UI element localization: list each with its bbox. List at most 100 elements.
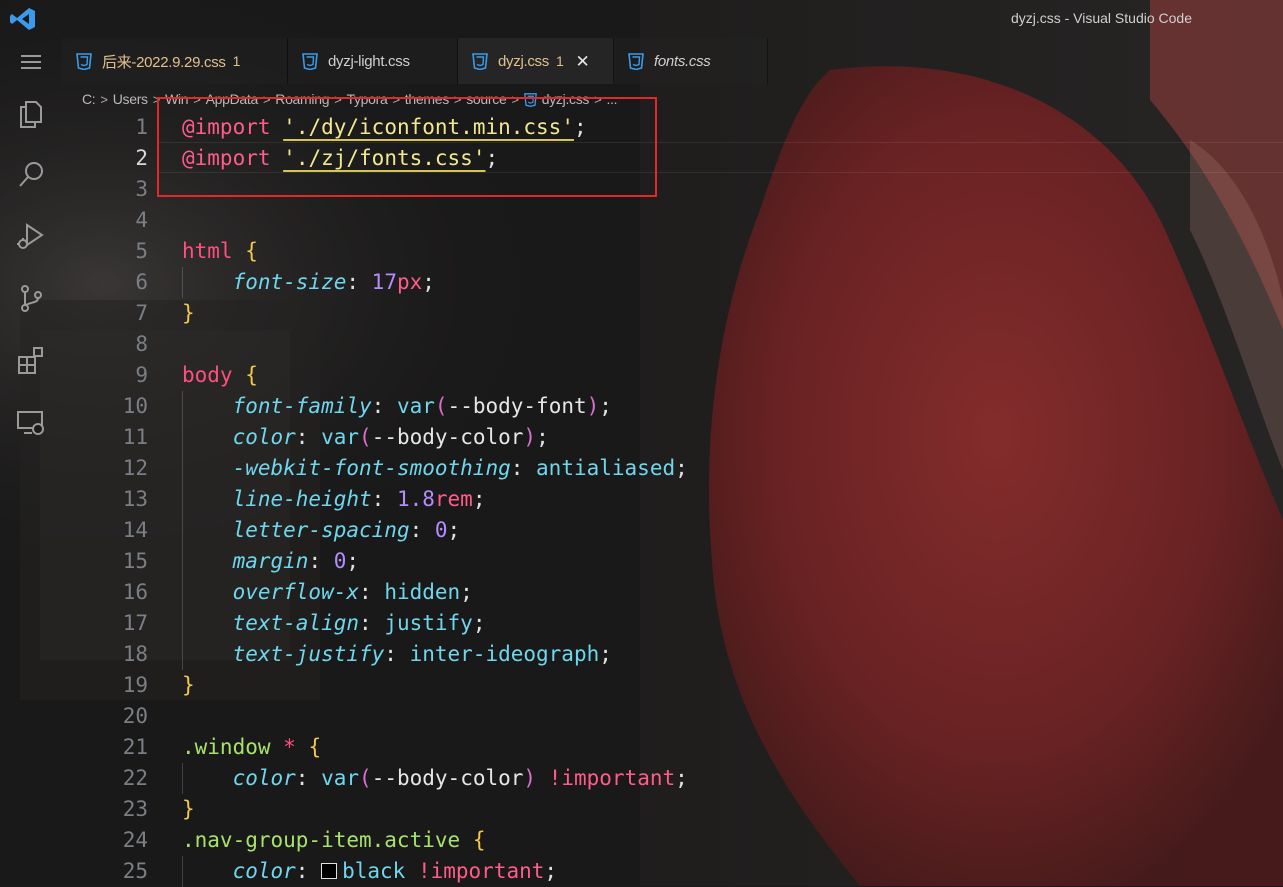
code-line[interactable]: 9 body { bbox=[62, 360, 1283, 391]
code-line[interactable]: 23} bbox=[62, 794, 1283, 825]
code-line[interactable]: 21 .window * { bbox=[62, 732, 1283, 763]
line-number: 11 bbox=[122, 425, 148, 449]
code-line[interactable]: 18 text-justify: inter-ideograph; bbox=[62, 639, 1283, 670]
tab-3[interactable]: dyzj.css 1 ✕ bbox=[458, 38, 614, 84]
tab-2[interactable]: dyzj-light.css bbox=[288, 38, 458, 84]
line-number: 18 bbox=[122, 642, 148, 666]
code-line[interactable]: 6 font-size: 17px; bbox=[62, 267, 1283, 298]
code-token: font-family bbox=[232, 394, 372, 418]
code-token: ; bbox=[472, 611, 486, 635]
breadcrumb-segment[interactable]: Typora bbox=[347, 91, 388, 107]
line-number: 6 bbox=[135, 270, 148, 294]
source-control-icon[interactable] bbox=[15, 282, 47, 314]
files-icon[interactable] bbox=[15, 98, 47, 130]
code-token: text-justify bbox=[232, 642, 385, 666]
code-line[interactable]: 1 @import './dy/iconfont.min.css'; bbox=[62, 112, 1283, 143]
breadcrumb-segment[interactable]: Win bbox=[165, 91, 189, 107]
run-debug-icon[interactable] bbox=[15, 220, 47, 252]
code-token: { bbox=[472, 828, 486, 852]
line-number: 2 bbox=[135, 146, 148, 170]
hamburger-menu-icon[interactable] bbox=[15, 46, 47, 78]
code-line[interactable]: 7} bbox=[62, 298, 1283, 329]
tab-4[interactable]: fonts.css bbox=[614, 38, 768, 84]
code-token: px bbox=[396, 270, 423, 294]
breadcrumb-segment[interactable]: ... bbox=[606, 91, 617, 107]
line-number: 16 bbox=[122, 580, 148, 604]
code-line[interactable]: 24 .nav-group-item.active { bbox=[62, 825, 1283, 856]
code-line[interactable]: 4 bbox=[62, 205, 1283, 236]
code-line[interactable]: 2 @import './zj/fonts.css'; bbox=[62, 143, 1283, 174]
color-swatch-icon[interactable] bbox=[321, 863, 338, 879]
code-token: './dy/iconfont.min.css' bbox=[283, 115, 574, 139]
line-number: 15 bbox=[122, 549, 148, 573]
code-token: ; bbox=[599, 642, 612, 666]
code-token: ( bbox=[359, 425, 372, 449]
line-number: 21 bbox=[122, 735, 148, 759]
code-editor[interactable]: 1 @import './dy/iconfont.min.css'; 2 @impor… bbox=[62, 112, 1283, 887]
tab-label: 后来-2022.9.29.css bbox=[102, 53, 226, 71]
code-token: ; bbox=[422, 270, 435, 294]
chevron-right-icon: > bbox=[392, 91, 401, 107]
code-token: : bbox=[371, 487, 397, 511]
breadcrumb-segment[interactable]: AppData bbox=[206, 91, 259, 107]
code-token: body bbox=[182, 363, 233, 387]
code-token: : bbox=[510, 456, 537, 480]
code-line[interactable]: 13 line-height: 1.8rem; bbox=[62, 484, 1283, 515]
code-line[interactable]: 11 color: var(--body-color); bbox=[62, 422, 1283, 453]
line-number: 17 bbox=[122, 611, 148, 635]
code-line[interactable]: 14 letter-spacing: 0; bbox=[62, 515, 1283, 546]
css-file-icon bbox=[302, 53, 318, 70]
code-text: } bbox=[182, 298, 195, 329]
code-token: } bbox=[182, 301, 195, 325]
breadcrumb-segment[interactable]: Roaming bbox=[275, 91, 329, 107]
code-line[interactable]: 12 -webkit-font-smoothing: antialiased; bbox=[62, 453, 1283, 484]
code-line[interactable]: 5 html { bbox=[62, 236, 1283, 267]
code-text: @import './dy/iconfont.min.css'; bbox=[182, 112, 587, 143]
code-token: : bbox=[384, 642, 410, 666]
code-line[interactable]: 10 font-family: var(--body-font); bbox=[62, 391, 1283, 422]
vscode-logo-icon[interactable] bbox=[9, 6, 37, 32]
code-line[interactable]: 16 overflow-x: hidden; bbox=[62, 577, 1283, 608]
code-line[interactable]: 20 bbox=[62, 701, 1283, 732]
code-text: margin: 0; bbox=[182, 546, 359, 577]
breadcrumb-segment[interactable]: C: bbox=[82, 91, 96, 107]
code-line[interactable]: 17 text-align: justify; bbox=[62, 608, 1283, 639]
remote-explorer-icon[interactable] bbox=[15, 406, 47, 438]
window-title: dyzj.css - Visual Studio Code bbox=[1010, 10, 1192, 26]
code-token: : bbox=[346, 270, 372, 294]
tab-label: fonts.css bbox=[654, 52, 711, 70]
code-token: text-align bbox=[232, 611, 360, 635]
code-line[interactable]: 8 bbox=[62, 329, 1283, 360]
line-number: 5 bbox=[135, 239, 148, 263]
indent-guide bbox=[182, 856, 183, 887]
code-line[interactable]: 3 bbox=[62, 174, 1283, 205]
breadcrumb-segment[interactable]: Users bbox=[113, 91, 148, 107]
code-token: --body-color bbox=[371, 425, 524, 449]
tab-label: dyzj.css bbox=[498, 52, 549, 70]
code-token: ; bbox=[573, 115, 587, 139]
code-token: -webkit-font-smoothing bbox=[232, 456, 511, 480]
extensions-icon[interactable] bbox=[15, 344, 47, 376]
breadcrumb-segment[interactable]: source bbox=[466, 91, 507, 107]
line-number: 14 bbox=[122, 518, 148, 542]
line-number: 24 bbox=[122, 828, 148, 852]
code-line[interactable]: 25 color: black !important; bbox=[62, 856, 1283, 887]
code-token: --body-font bbox=[447, 394, 587, 418]
close-tab-icon[interactable]: ✕ bbox=[575, 53, 589, 70]
breadcrumb-segment[interactable]: themes bbox=[405, 91, 449, 107]
line-number: 19 bbox=[122, 673, 148, 697]
code-line[interactable]: 15 margin: 0; bbox=[62, 546, 1283, 577]
tab-1[interactable]: 后来-2022.9.29.css 1 bbox=[62, 38, 288, 84]
code-text: text-align: justify; bbox=[182, 608, 486, 639]
search-icon[interactable] bbox=[15, 159, 47, 191]
code-token: ; bbox=[447, 518, 461, 542]
breadcrumb-segment[interactable]: dyzj.css bbox=[542, 91, 590, 107]
chevron-right-icon: > bbox=[100, 91, 108, 107]
code-line[interactable]: 19} bbox=[62, 670, 1283, 701]
code-line[interactable]: 22 color: var(--body-color) !important; bbox=[62, 763, 1283, 794]
